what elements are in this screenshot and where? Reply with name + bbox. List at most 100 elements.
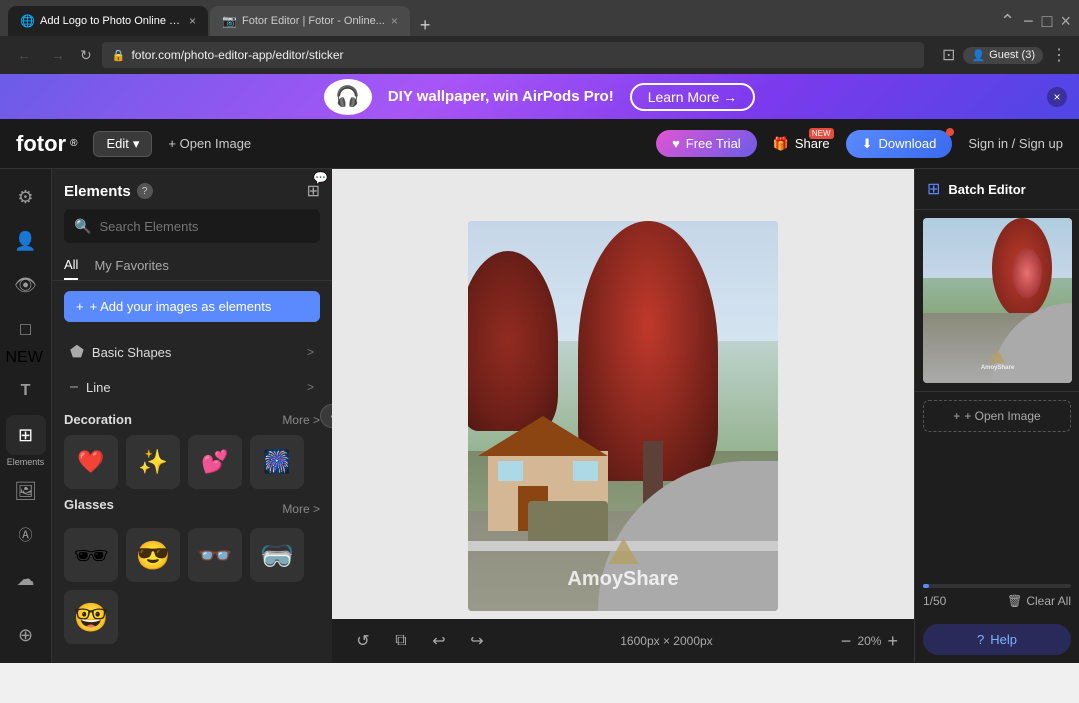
canvas-area: AmoyShare ↺ ⧉ ↩ ↪ 1600px × 2000px − 20% … — [332, 169, 914, 663]
progress-bar — [923, 584, 1071, 588]
redo-button[interactable]: ↪ — [462, 626, 492, 656]
help-button[interactable]: ? Help — [923, 624, 1071, 655]
deco-item-hearts[interactable]: 💕 — [188, 435, 242, 489]
search-bar: 🔍 — [64, 209, 320, 243]
glasses-items: 🕶 😎 👓 🥽 🤓 — [64, 528, 320, 644]
zoom-in-button[interactable]: + — [887, 631, 898, 652]
search-input[interactable] — [99, 219, 310, 234]
minimize-icon[interactable]: − — [1023, 11, 1034, 32]
sidebar-more[interactable]: ⊕ — [6, 615, 46, 655]
sidebar-text[interactable]: T — [6, 371, 46, 411]
canvas-dimensions: 1600px × 2000px — [620, 634, 712, 648]
maximize-icon[interactable]: □ — [1042, 11, 1053, 32]
thumbnail-area: AmoyShare — [915, 210, 1079, 392]
tab-all[interactable]: All — [64, 253, 78, 280]
tab2-close[interactable]: × — [391, 14, 398, 28]
tab2-favicon: 📷 — [222, 14, 236, 28]
main-area: ⚙ 👤 👁 □ NEW T ⊞ Elements 🖼 Ⓐ ☁ ⊕ Element… — [0, 169, 1079, 663]
sidebar-preview[interactable]: 👁 — [6, 265, 46, 305]
icon-sidebar: ⚙ 👤 👁 □ NEW T ⊞ Elements 🖼 Ⓐ ☁ ⊕ — [0, 169, 52, 663]
download-button[interactable]: ⬇ Download — [846, 130, 953, 158]
clear-all-button[interactable]: 🗑 Clear All — [1007, 594, 1071, 608]
glasses-item-4[interactable]: 🥽 — [250, 528, 304, 582]
back-button[interactable]: ← — [12, 47, 36, 63]
download-icon: ⬇ — [862, 136, 873, 152]
glasses-item-2[interactable]: 😎 — [126, 528, 180, 582]
panel-tabs: All My Favorites — [52, 253, 332, 281]
edit-chevron-icon: ▾ — [133, 136, 140, 152]
signin-button[interactable]: Sign in / Sign up — [968, 136, 1063, 151]
decoration-section: Decoration More > ❤️💬 ✨ 💕 — [52, 404, 332, 493]
url-bar[interactable]: 🔒 fotor.com/photo-editor-app/editor/stic… — [102, 42, 924, 68]
app-header: fotor ® Edit ▾ + Open Image ♥ Free Trial… — [0, 119, 1079, 169]
tab1-favicon: 🌐 — [20, 14, 34, 28]
decoration-more-button[interactable]: More > — [282, 413, 320, 427]
logo-sup: ® — [70, 138, 77, 149]
open-image-button[interactable]: + Open Image — [168, 136, 251, 151]
layers-new-badge: NEW — [6, 349, 43, 366]
category-basic-shapes[interactable]: ⬟ Basic Shapes > — [58, 334, 326, 370]
sidebar-effects[interactable]: Ⓐ — [6, 515, 46, 555]
rotate-button[interactable]: ↺ — [348, 626, 378, 656]
plus-open-icon: + — [953, 409, 960, 423]
deco-item-sparkle[interactable]: ✨ — [126, 435, 180, 489]
tab1-close[interactable]: × — [189, 14, 196, 28]
glasses-more-button[interactable]: More > — [282, 502, 320, 516]
add-images-button[interactable]: + + Add your images as elements — [64, 291, 320, 322]
banner-close-button[interactable]: × — [1047, 87, 1067, 107]
decoration-title: Decoration — [64, 412, 132, 427]
sidebar-account[interactable]: 👤 — [6, 221, 46, 261]
duplicate-button[interactable]: ⧉ — [386, 626, 416, 656]
learn-more-button[interactable]: Learn More → — [630, 83, 755, 111]
tab-2[interactable]: 📷 Fotor Editor | Fotor - Online... × — [210, 6, 410, 36]
glasses-header: Glasses More > — [64, 497, 320, 520]
elements-panel: Elements ? ⊞ 🔍 All My Favorites + + Add … — [52, 169, 332, 663]
right-open-image-button[interactable]: + + Open Image — [923, 400, 1071, 432]
help-label: Help — [990, 632, 1017, 647]
watermark-logo: AmoyShare — [567, 568, 678, 591]
tab2-label: Fotor Editor | Fotor - Online... — [242, 15, 385, 27]
deco-item-firework[interactable]: 🎆 — [250, 435, 304, 489]
panel-help-button[interactable]: ? — [137, 183, 153, 199]
glasses-item-1[interactable]: 🕶 — [64, 528, 118, 582]
category-line[interactable]: ⎯ Line > — [58, 370, 326, 404]
panel-scroll: ⬟ Basic Shapes > ⎯ Line > Decoration Mor… — [52, 334, 332, 663]
app-layout: fotor ® Edit ▾ + Open Image ♥ Free Trial… — [0, 119, 1079, 663]
logo-text: fotor — [16, 131, 66, 157]
undo-button[interactable]: ↩ — [424, 626, 454, 656]
open-image-label: + Open Image — [168, 136, 251, 151]
glasses-item-5[interactable]: 🤓 — [64, 590, 118, 644]
sidebar-layers[interactable]: □ — [6, 309, 46, 349]
window-left — [498, 461, 523, 481]
basic-shapes-arrow: > — [307, 345, 314, 359]
share-button[interactable]: 🎁 Share NEW — [773, 136, 830, 152]
guest-label: Guest (3) — [989, 49, 1035, 61]
sidebar-cloud[interactable]: ☁ — [6, 559, 46, 599]
new-tab-button[interactable]: + — [412, 15, 439, 36]
url-text: fotor.com/photo-editor-app/editor/sticke… — [131, 48, 343, 62]
zoom-out-button[interactable]: − — [841, 631, 852, 652]
screen-cast-button[interactable]: ⊡ — [942, 45, 955, 65]
sidebar-elements[interactable]: ⊞ — [6, 415, 46, 455]
tab-favorites[interactable]: My Favorites — [94, 253, 168, 280]
glasses-item-3[interactable]: 👓 — [188, 528, 242, 582]
edit-button[interactable]: Edit ▾ — [93, 131, 152, 157]
sidebar-frames[interactable]: 🖼 — [6, 471, 46, 511]
thumb-watermark-text: AmoyShare — [981, 365, 1014, 371]
heart-icon: ♥ — [672, 136, 680, 151]
autumn-photo: AmoyShare — [468, 221, 778, 611]
edit-label: Edit — [106, 136, 128, 151]
chevron-up-icon[interactable]: ⌃ — [1000, 11, 1015, 32]
refresh-button[interactable]: ↻ — [80, 47, 92, 64]
close-icon[interactable]: × — [1060, 11, 1071, 32]
free-trial-button[interactable]: ♥ Free Trial — [656, 130, 757, 157]
sidebar-settings[interactable]: ⚙ — [6, 177, 46, 217]
guest-profile[interactable]: 👤 Guest (3) — [963, 47, 1043, 64]
canvas-image[interactable]: AmoyShare — [468, 221, 778, 611]
forward-button[interactable]: → — [46, 47, 70, 63]
deco-item-heart[interactable]: ❤️💬 — [64, 435, 118, 489]
browser-menu-button[interactable]: ⋮ — [1051, 45, 1067, 65]
panel-header: Elements ? ⊞ — [52, 169, 332, 209]
tab-1[interactable]: 🌐 Add Logo to Photo Online for... × — [8, 6, 208, 36]
zoom-level: 20% — [857, 634, 881, 648]
